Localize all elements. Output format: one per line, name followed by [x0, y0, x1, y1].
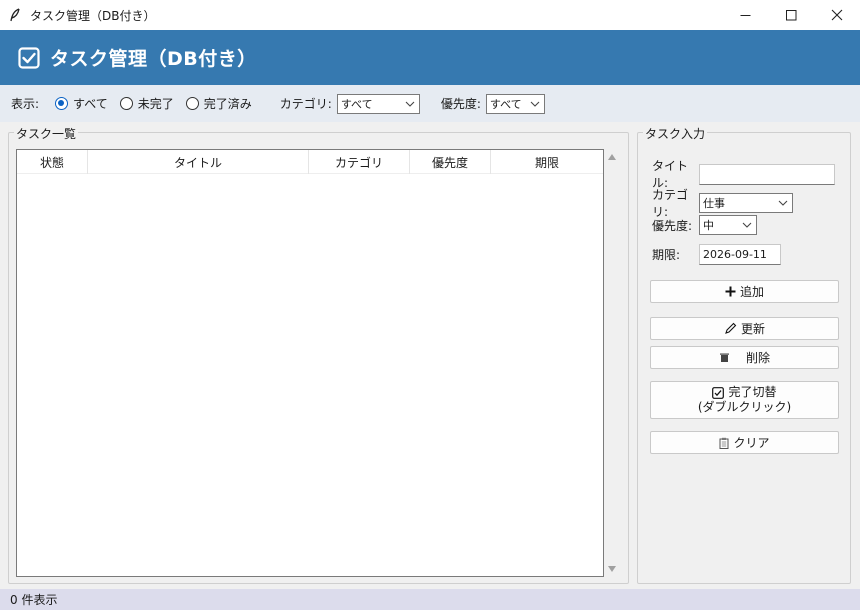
priority-select[interactable]: 中: [699, 215, 757, 235]
filter-bar: 表示: すべて 未完了 完了済み カテゴリ: すべて 優先度: すべて: [0, 85, 860, 122]
plus-icon: [725, 286, 736, 297]
title-input[interactable]: [699, 163, 835, 185]
category-filter-label: カテゴリ:: [279, 97, 332, 111]
task-table[interactable]: 状態 タイトル カテゴリ 優先度 期限: [16, 149, 604, 577]
maximize-button[interactable]: [768, 0, 814, 30]
due-date-input[interactable]: 2026-09-11: [699, 244, 781, 265]
column-header-priority[interactable]: 優先度: [410, 150, 491, 174]
checkbox-icon: [18, 46, 40, 69]
radio-selected-icon: [55, 97, 69, 110]
clear-button[interactable]: クリア: [650, 431, 839, 454]
chevron-down-icon: [778, 200, 788, 206]
column-header-due[interactable]: 期限: [491, 150, 603, 174]
checkbox-icon: [712, 386, 725, 399]
title-bar: タスク管理（DB付き）: [0, 0, 860, 30]
pencil-icon: [724, 322, 737, 335]
column-header-title[interactable]: タイトル: [88, 150, 309, 174]
scroll-up-icon[interactable]: [608, 154, 616, 160]
add-button[interactable]: 追加: [650, 280, 839, 303]
category-filter-select[interactable]: すべて: [336, 93, 420, 114]
priority-row: 優先度: 中: [652, 215, 757, 235]
minimize-button[interactable]: [722, 0, 768, 30]
clipboard-icon: [719, 437, 729, 449]
maximize-icon: [785, 9, 796, 20]
radio-icon: [119, 97, 133, 110]
due-label: 期限:: [652, 248, 681, 262]
task-table-scrollbar[interactable]: [604, 149, 621, 577]
chevron-down-icon: [405, 101, 415, 107]
table-header: 状態 タイトル カテゴリ 優先度 期限: [17, 150, 603, 174]
column-header-status[interactable]: 状態: [17, 150, 88, 174]
delete-button[interactable]: 削除: [650, 346, 839, 369]
filter-radio-all[interactable]: すべて: [55, 95, 108, 112]
filter-label: 表示:: [11, 97, 40, 111]
feather-icon: [9, 8, 23, 22]
radio-icon: [185, 97, 199, 110]
close-button[interactable]: [814, 0, 860, 30]
chevron-down-icon: [742, 222, 752, 228]
priority-label: 優先度:: [652, 218, 693, 233]
trash-icon: [719, 352, 730, 363]
filter-radio-completed[interactable]: 完了済み: [185, 95, 252, 112]
filter-radio-incomplete[interactable]: 未完了: [119, 95, 174, 112]
toggle-complete-button[interactable]: 完了切替 (ダブルクリック): [650, 381, 839, 419]
app-header: タスク管理（DB付き）: [0, 30, 860, 85]
category-select[interactable]: 仕事: [699, 193, 793, 213]
priority-filter-label: 優先度:: [440, 97, 481, 111]
priority-filter-select[interactable]: すべて: [485, 93, 545, 114]
close-icon: [831, 9, 843, 21]
status-bar: 0 件表示: [0, 589, 860, 610]
update-button[interactable]: 更新: [650, 317, 839, 340]
column-header-category[interactable]: カテゴリ: [309, 150, 410, 174]
task-list-legend: タスク一覧: [14, 125, 79, 142]
task-input-legend: タスク入力: [643, 125, 708, 142]
chevron-down-icon: [530, 101, 540, 107]
scroll-down-icon[interactable]: [608, 566, 616, 572]
due-row: 期限: 2026-09-11: [652, 244, 781, 265]
window-title: タスク管理（DB付き）: [30, 8, 156, 23]
status-text: 0 件表示: [10, 593, 58, 607]
page-title: タスク管理（DB付き）: [50, 48, 257, 70]
minimize-icon: [740, 14, 750, 16]
